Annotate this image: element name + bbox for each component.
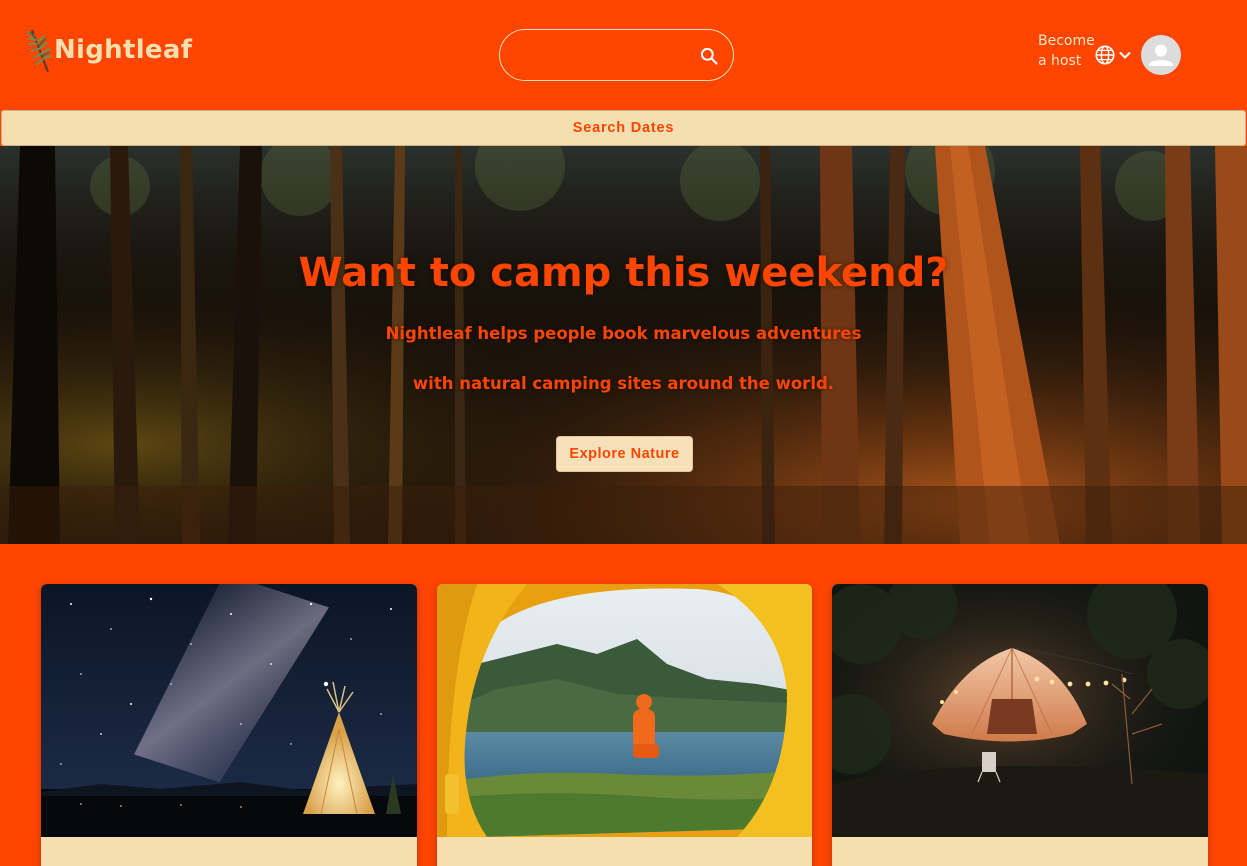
search-dates-label: Search Dates xyxy=(572,120,675,136)
language-selector[interactable] xyxy=(1094,43,1138,67)
hero-subtitle-line1: Nightleaf helps people book marvelous ad… xyxy=(385,324,862,343)
become-host-link[interactable]: Become a host xyxy=(1038,31,1098,71)
page: Nightleaf Become a host Search Dates Wan… xyxy=(0,0,1247,866)
search-icon xyxy=(700,47,718,65)
search-input[interactable] xyxy=(516,42,686,70)
search-button[interactable] xyxy=(695,42,723,70)
brand-name: Nightleaf xyxy=(54,35,193,65)
card-footer xyxy=(437,837,812,866)
explore-nature-button[interactable]: Explore Nature xyxy=(556,436,693,472)
search-dates-bar[interactable]: Search Dates xyxy=(1,110,1246,146)
user-icon xyxy=(1149,44,1173,66)
view-from-yellow-tent-to-lake-image xyxy=(437,584,812,837)
brand-logo[interactable]: Nightleaf xyxy=(26,24,192,76)
top-header: Nightleaf Become a host xyxy=(0,0,1247,110)
card-footer xyxy=(41,837,417,866)
search-box xyxy=(499,29,734,81)
listing-card[interactable] xyxy=(437,584,812,866)
listing-card[interactable] xyxy=(41,584,417,866)
card-footer xyxy=(832,837,1208,866)
leaf-icon xyxy=(27,29,52,73)
user-avatar[interactable] xyxy=(1141,35,1181,75)
lit-tent-at-night-forest-image xyxy=(832,584,1208,837)
chevron-down-icon xyxy=(1119,52,1131,59)
forest-background-image xyxy=(0,146,1247,544)
listing-card[interactable] xyxy=(832,584,1208,866)
hero-subtitle-line2: with natural camping sites around the wo… xyxy=(412,374,835,393)
hero-title: Want to camp this weekend? xyxy=(298,250,949,296)
globe-icon xyxy=(1095,45,1115,65)
hero-banner: Want to camp this weekend? Nightleaf hel… xyxy=(0,146,1247,544)
teepee-under-milky-way-image xyxy=(41,584,417,837)
